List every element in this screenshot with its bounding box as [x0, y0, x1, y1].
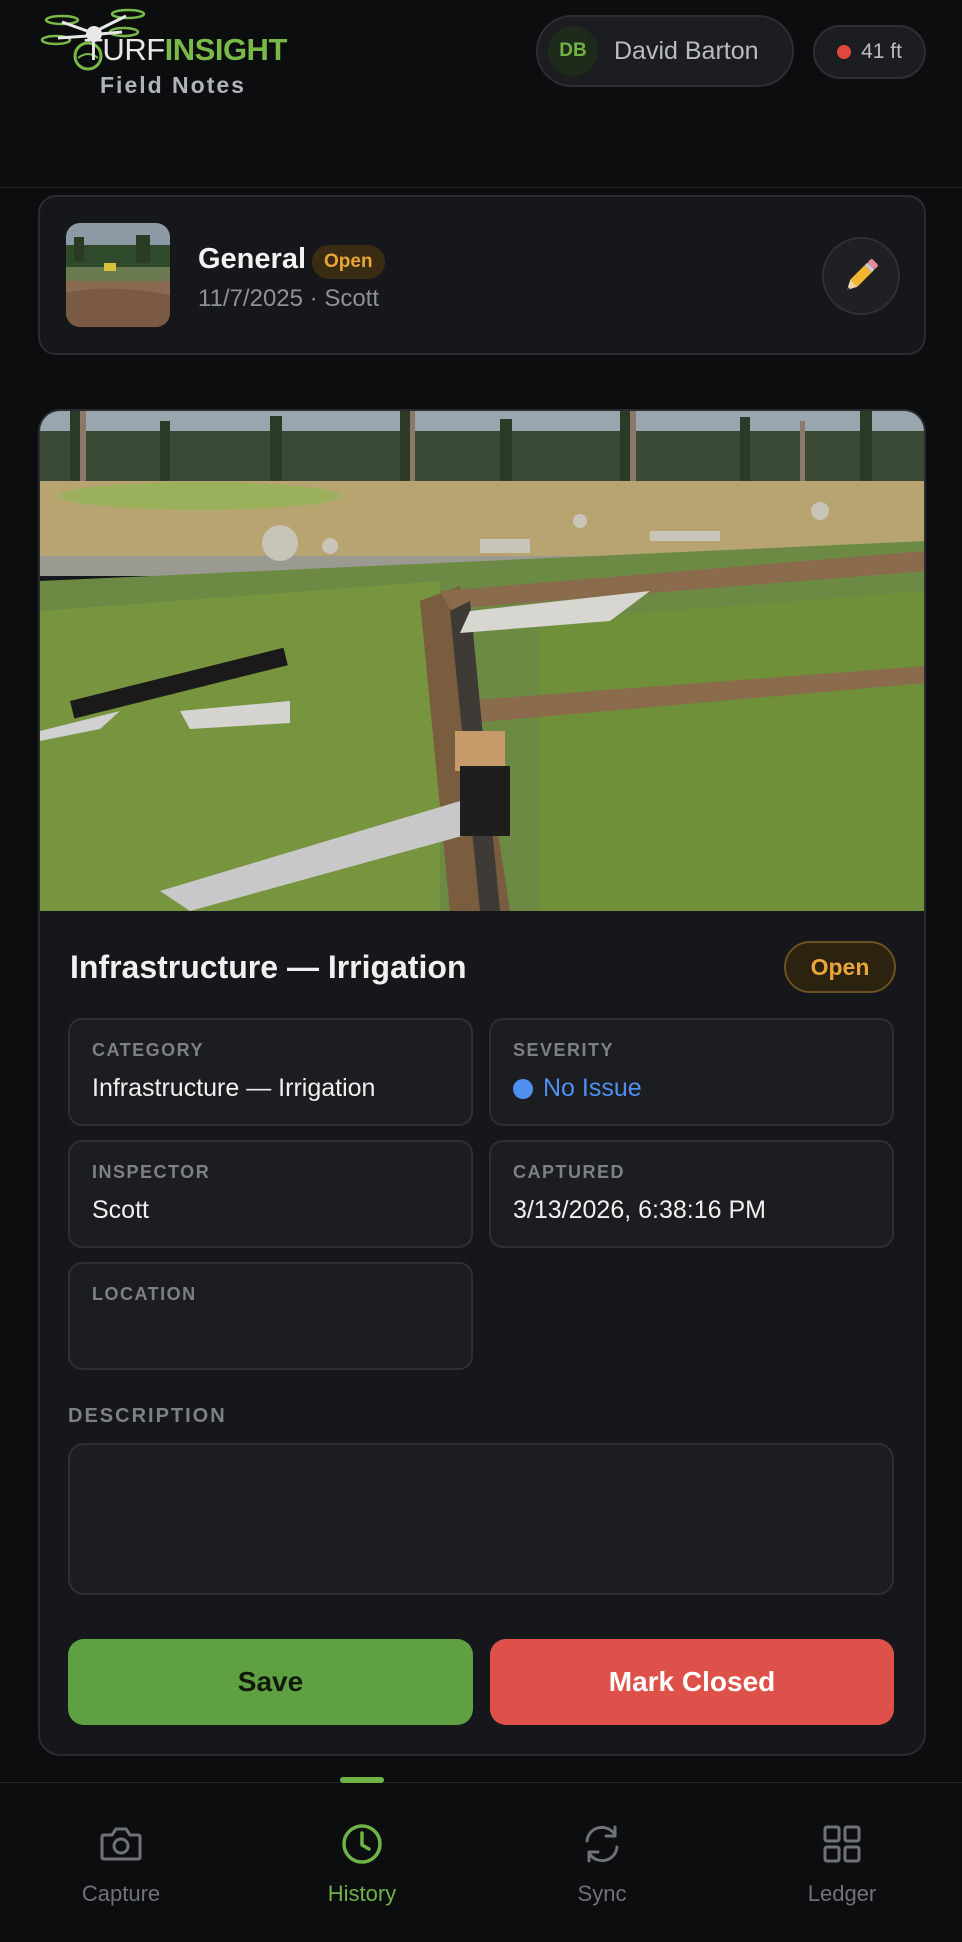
user-name: David Barton: [614, 36, 759, 65]
note-title: Infrastructure — Irrigation: [70, 949, 467, 985]
user-profile-button[interactable]: DB David Barton: [536, 15, 794, 87]
severity-value: No Issue: [513, 1074, 642, 1103]
inspector-field: INSPECTOR Scott: [68, 1140, 473, 1248]
description-label: DESCRIPTION: [68, 1405, 227, 1427]
sync-icon: [585, 1825, 619, 1863]
clock-icon: [342, 1824, 382, 1864]
status-badge: Open: [312, 245, 385, 279]
note-summary-card[interactable]: General Open 11/7/2025 · Scott: [38, 195, 926, 355]
mark-closed-button[interactable]: Mark Closed: [490, 1639, 894, 1725]
status-dot-icon: [837, 45, 852, 59]
pencil-icon: [846, 259, 878, 291]
category-value: Infrastructure — Irrigation: [92, 1074, 376, 1102]
location-field[interactable]: LOCATION: [68, 1262, 473, 1370]
grid-icon: [823, 1825, 861, 1863]
status-badge: Open: [784, 941, 896, 993]
app-subtitle: Field Notes: [100, 72, 246, 98]
description-input[interactable]: [68, 1443, 894, 1595]
camera-icon: [100, 1827, 142, 1861]
app-logo: TURFINSIGHT Field Notes: [40, 4, 340, 104]
note-thumbnail: [66, 223, 170, 327]
altitude-value: 41 ft: [861, 40, 902, 63]
app-header: TURFINSIGHT Field Notes DB David Barton …: [0, 0, 962, 188]
note-type-title: General: [198, 243, 306, 275]
altitude-indicator[interactable]: 41 ft: [813, 25, 926, 79]
save-button[interactable]: Save: [68, 1639, 473, 1725]
nav-ledger[interactable]: Ledger: [722, 1783, 962, 1942]
avatar: DB: [548, 26, 598, 76]
inspector-value: Scott: [92, 1196, 149, 1224]
captured-value: 3/13/2026, 6:38:16 PM: [513, 1196, 766, 1224]
edit-button[interactable]: [822, 237, 900, 315]
brand-wordmark: TURFINSIGHT: [84, 32, 287, 67]
nav-capture[interactable]: Capture: [1, 1783, 241, 1942]
nav-sync[interactable]: Sync: [482, 1783, 722, 1942]
severity-field: SEVERITY No Issue: [489, 1018, 894, 1126]
nav-history[interactable]: History: [242, 1783, 482, 1942]
category-field: CATEGORY Infrastructure — Irrigation: [68, 1018, 473, 1126]
note-photo[interactable]: [40, 411, 924, 911]
captured-field: CAPTURED 3/13/2026, 6:38:16 PM: [489, 1140, 894, 1248]
note-meta: 11/7/2025 · Scott: [198, 285, 380, 312]
bottom-navigation: Capture History Sync Ledger: [0, 1777, 962, 1942]
severity-dot-icon: [513, 1078, 533, 1099]
